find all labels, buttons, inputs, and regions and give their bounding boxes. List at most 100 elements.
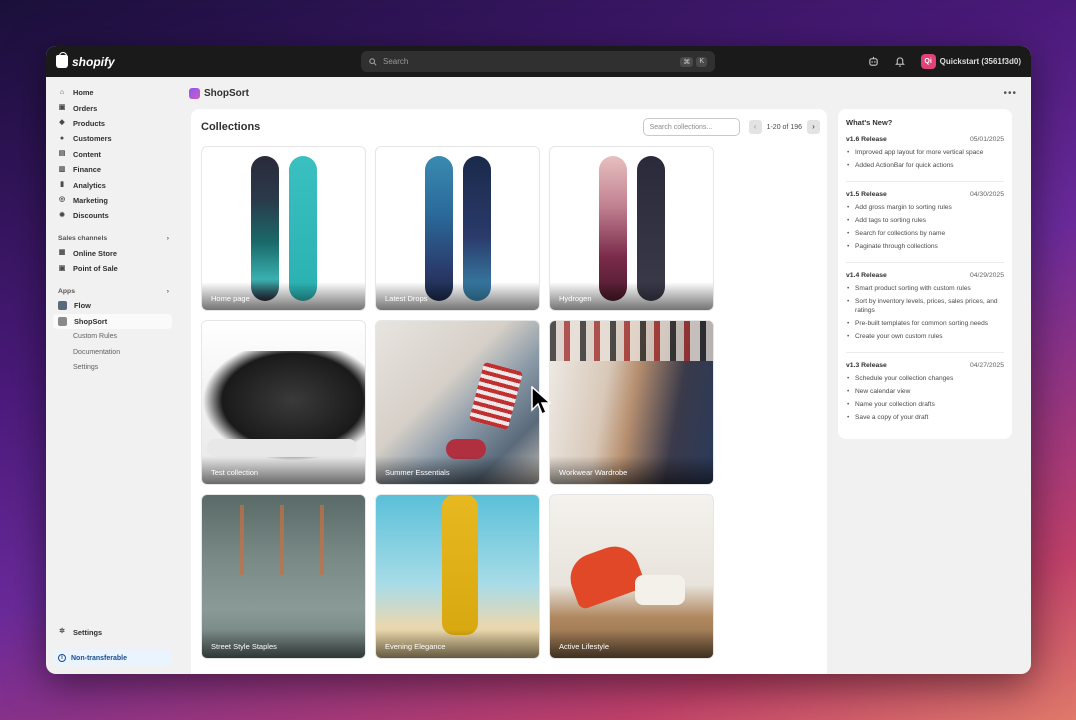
release-version: v1.3 Release [846,362,887,370]
collection-tile[interactable]: Active Lifestyle [549,494,714,659]
chevron-right-icon: › [166,287,169,295]
release-note: Paginate through collections [846,242,1004,252]
collection-tile[interactable]: Latest Drops [375,146,540,311]
sidebar-item-analytics[interactable]: ▮ Analytics [53,177,172,192]
global-search[interactable]: Search ⌘ K [361,51,715,72]
tag-icon: ◆ [59,119,65,127]
sidebar-subitem-documentation[interactable]: Documentation [53,344,172,359]
release-header: v1.3 Release 04/27/2025 [846,362,1004,369]
sidebar-item-label: Content [73,149,101,159]
main-content: ShopSort ••• Collections Search collecti… [186,77,1023,674]
bell-icon[interactable] [894,56,905,67]
sidebar-item-finance[interactable]: ▥ Finance [53,162,172,177]
sidebar-item-point-of-sale[interactable]: ▣ Point of Sale [53,261,172,276]
release-entry: v1.6 Release 05/01/2025 Improved app lay… [846,136,1004,182]
snowboard-image [599,156,627,301]
release-header: v1.6 Release 05/01/2025 [846,136,1004,143]
pos-icon: ▣ [58,264,66,272]
sidebar-item-flow[interactable]: Flow [53,298,172,313]
sidebar-item-label: ShopSort [74,316,108,326]
next-page-button[interactable]: › [807,120,820,134]
sidebar-item-label: Flow [74,301,91,311]
shopsort-logo-icon [189,87,200,99]
release-note: Sort by inventory levels, prices, sales … [846,297,1004,316]
more-options-icon[interactable]: ••• [1003,88,1017,99]
non-transferable-banner[interactable]: i Non-transferable [53,650,172,666]
content-icon: ▤ [58,150,66,158]
collection-name: Hydrogen [550,282,713,310]
sidebar-item-content[interactable]: ▤ Content [53,147,172,162]
release-notes: Improved app layout for more vertical sp… [846,148,1004,171]
sidebar-item-orders[interactable]: ▣ Orders [53,100,172,115]
collection-name: Test collection [202,456,365,484]
sidebar-item-discounts[interactable]: ✹ Discounts [53,208,172,223]
release-version: v1.6 Release [846,136,887,143]
previous-page-button[interactable]: ‹ [748,120,762,134]
release-date: 04/29/2025 [969,272,1004,279]
sidebar-item-label: Customers [73,134,112,144]
mouse-cursor-icon [531,386,551,416]
release-version: v1.5 Release [846,191,887,198]
apps-header[interactable]: Apps › [53,284,172,298]
sidebar-item-customers[interactable]: ● Customers [53,131,172,146]
collections-grid: Home page Latest Drops Hydrogen Test col [198,146,820,659]
sidebar-subitem-custom-rules[interactable]: Custom Rules [53,329,172,344]
release-note: Search for collections by name [846,229,1004,239]
snowboard-image [289,156,317,301]
bank-icon: ▥ [58,165,66,173]
whats-new-title: What's New? [846,118,893,127]
sidebar-item-home[interactable]: ⌂ Home [53,85,172,100]
sidebar-item-products[interactable]: ◆ Products [53,116,172,131]
collection-tile[interactable]: Test collection [201,320,366,485]
release-note: Added ActionBar for quick actions [846,161,1004,171]
release-note: Add tags to sorting rules [846,216,1004,226]
sidebar-item-label: Finance [73,165,101,175]
whats-new-panel: What's New? v1.6 Release 05/01/2025 Impr… [838,109,1012,440]
person-workout-image [563,539,647,611]
collection-search-input[interactable]: Search collections... [642,118,740,136]
app-header: ShopSort ••• [186,77,1023,109]
collection-tile[interactable]: Home page [201,146,366,311]
collection-tile[interactable]: Evening Elegance [375,494,540,659]
non-transferable-label: Non-transferable [71,654,128,662]
release-note: Smart product sorting with custom rules [846,284,1004,294]
sidebar-item-label: Orders [73,103,98,113]
sidebar-item-online-store[interactable]: ▦ Online Store [53,246,172,261]
release-note: Improved app layout for more vertical sp… [846,148,1004,158]
release-version: v1.4 Release [846,272,887,279]
release-entry: v1.4 Release 04/29/2025 Smart product so… [846,272,1004,354]
sidebar-item-settings[interactable]: ✲ Settings [53,625,172,640]
sidebar-item-label: Discounts [73,211,109,221]
release-notes: Smart product sorting with custom rules … [846,284,1004,342]
search-placeholder: Search [383,57,409,66]
release-note: Schedule your collection changes [846,374,1004,384]
store-switcher[interactable]: Qi Quickstart (3561f3d0) [920,54,1021,69]
sidebar-item-marketing[interactable]: ◎ Marketing [53,193,172,208]
shopify-logo[interactable]: shopify [56,52,115,69]
release-date: 05/01/2025 [969,136,1004,143]
clothing-rack-image [550,321,713,361]
release-notes: Schedule your collection changes New cal… [846,374,1004,423]
release-note: Create your own custom rules [846,332,1004,342]
sidebar-item-label: Analytics [73,180,106,190]
collection-tile[interactable]: Street Style Staples [201,494,366,659]
sidebar-item-label: Products [73,118,106,128]
snowboard-image [251,156,279,301]
person-yellow-outfit-image [442,495,478,635]
sales-channels-header[interactable]: Sales channels › [53,232,172,246]
release-header: v1.4 Release 04/29/2025 [846,272,1004,279]
release-note: Pre-built templates for common sorting n… [846,319,1004,329]
collection-tile[interactable]: Hydrogen [549,146,714,311]
store-avatar: Qi [920,54,936,69]
sidebar-item-shopsort[interactable]: ShopSort [53,313,172,330]
sidekick-icon[interactable] [868,56,879,67]
sidebar-subitem-settings[interactable]: Settings [53,360,172,375]
collection-tile[interactable]: Workwear Wardrobe [549,320,714,485]
release-note: New calendar view [846,387,1004,397]
collection-tile[interactable]: Summer Essentials [375,320,540,485]
sidebar-item-label: Online Store [73,248,117,258]
release-notes: Add gross margin to sorting rules Add ta… [846,203,1004,252]
release-note: Add gross margin to sorting rules [846,203,1004,213]
shopify-bag-icon [56,52,68,68]
snowboard-image [637,156,665,301]
